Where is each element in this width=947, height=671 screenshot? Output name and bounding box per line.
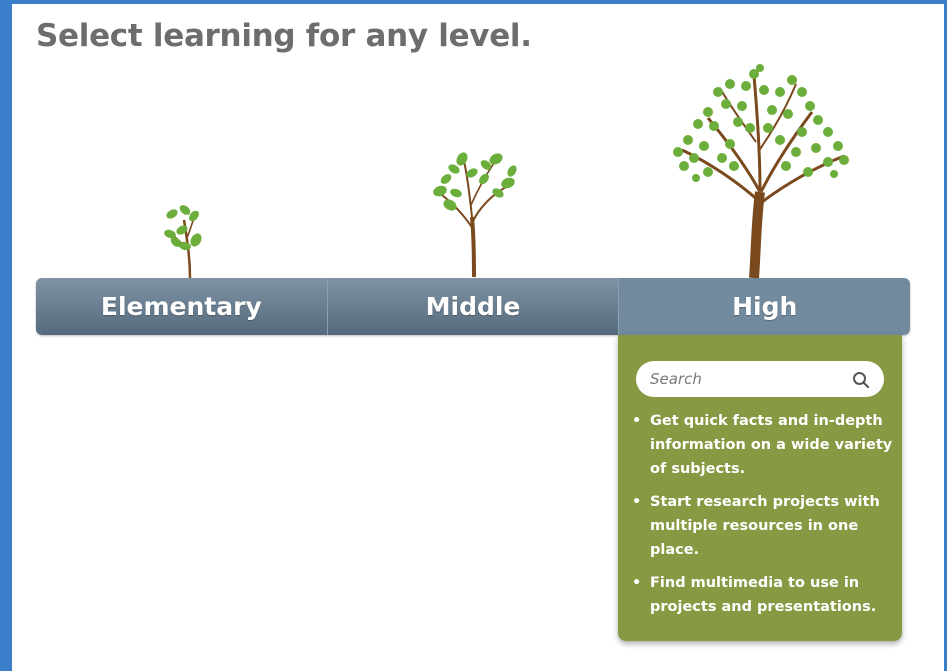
- level-tabs: Elementary Middle High: [36, 278, 910, 335]
- tab-middle[interactable]: Middle: [327, 278, 620, 335]
- list-item: Get quick facts and in-depth information…: [632, 409, 894, 481]
- page-heading: Select learning for any level.: [36, 18, 532, 54]
- high-level-dropdown: Get quick facts and in-depth information…: [618, 335, 902, 641]
- tab-elementary[interactable]: Elementary: [36, 278, 328, 335]
- search-box: [636, 361, 884, 397]
- search-input[interactable]: [650, 361, 840, 397]
- main-panel: Select learning for any level. Elementar…: [12, 4, 944, 671]
- mature-tree-illustration: [668, 62, 853, 280]
- sapling-illustration: [152, 200, 212, 280]
- list-item: Find multimedia to use in projects and p…: [632, 571, 894, 619]
- tab-high[interactable]: High: [619, 278, 910, 335]
- list-item: Start research projects with multiple re…: [632, 490, 894, 562]
- search-icon[interactable]: [852, 371, 870, 389]
- feature-list: Get quick facts and in-depth information…: [632, 409, 894, 628]
- young-tree-illustration: [424, 149, 524, 279]
